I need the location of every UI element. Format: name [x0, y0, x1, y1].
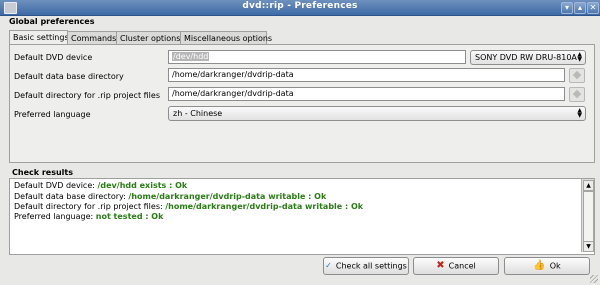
scroll-down-icon[interactable]: ▼: [583, 241, 594, 252]
minimize-button[interactable]: ▾: [561, 2, 573, 14]
scrollbar-thumb[interactable]: [583, 191, 594, 242]
result-status: /home/darkranger/dvdrip-data writable : …: [128, 192, 327, 201]
dvd-device-combo[interactable]: SONY DVD RW DRU-810A ▲ ▼: [470, 50, 586, 65]
result-status: /home/darkranger/dvdrip-data writable : …: [165, 202, 364, 211]
ok-thumb-icon: 👍: [533, 260, 546, 271]
resize-grip[interactable]: [590, 275, 598, 283]
dvd-device-value: /dev/hdd: [172, 52, 210, 61]
cancel-button[interactable]: ✖ Cancel: [413, 257, 499, 275]
tab-cluster-options[interactable]: Cluster options: [116, 31, 181, 45]
project-dir-browse-button[interactable]: [569, 87, 585, 102]
dvd-device-combo-value: SONY DVD RW DRU-810A: [475, 53, 577, 62]
result-label: Default DVD device:: [14, 181, 98, 190]
result-status: /dev/hdd exists : Ok: [97, 181, 188, 190]
window-titlebar[interactable]: dvd::rip - Preferences ▾ ▴ ✕: [0, 0, 600, 16]
scroll-up-icon[interactable]: ▲: [583, 180, 594, 191]
result-status: not tested : Ok: [95, 212, 164, 221]
cancel-x-icon: ✖: [436, 260, 445, 271]
maximize-button[interactable]: ▴: [574, 2, 586, 14]
project-dir-field[interactable]: /home/darkranger/dvdrip-data: [168, 87, 565, 101]
browse-diamond-icon: [572, 70, 582, 80]
results-scrollbar[interactable]: ▲ ▼: [581, 179, 594, 252]
result-label: Preferred language:: [14, 212, 96, 221]
dvd-device-label: Default DVD device: [14, 53, 93, 62]
global-preferences-heading: Global preferences: [9, 17, 95, 26]
combo-arrows-icon: ▲ ▼: [577, 107, 582, 119]
result-line: Default directory for .rip project files…: [14, 202, 363, 211]
project-dir-label: Default directory for .rip project files: [14, 91, 160, 100]
result-label: Default data base directory:: [14, 192, 129, 201]
db-dir-label: Default data base directory: [14, 72, 124, 81]
close-button[interactable]: ✕: [587, 2, 599, 14]
ok-label: Ok: [549, 261, 561, 271]
tab-miscellaneous-options[interactable]: Miscellaneous options: [180, 31, 272, 45]
browse-diamond-icon: [572, 89, 582, 99]
result-line: Default DVD device: /dev/hdd exists : Ok: [14, 181, 187, 190]
window-title: dvd::rip - Preferences: [242, 1, 358, 11]
tab-commands[interactable]: Commands: [67, 31, 117, 45]
check-results-textview[interactable]: Default DVD device: /dev/hdd exists : Ok…: [9, 178, 595, 255]
result-label: Default directory for .rip project files…: [14, 202, 166, 211]
check-all-label: Check all settings: [335, 261, 407, 271]
result-line: Default data base directory: /home/darkr…: [14, 192, 326, 201]
check-results-heading: Check results: [12, 168, 73, 177]
ok-button[interactable]: 👍 Ok: [504, 257, 590, 275]
db-dir-browse-button[interactable]: [569, 68, 585, 83]
cancel-label: Cancel: [448, 261, 476, 271]
language-label: Preferred language: [14, 110, 91, 119]
check-all-settings-button[interactable]: ✓ Check all settings: [323, 257, 409, 275]
result-line: Preferred language: not tested : Ok: [14, 212, 163, 221]
dvd-device-field[interactable]: /dev/hdd: [168, 50, 466, 64]
spellcheck-icon: ✓: [325, 261, 332, 270]
combo-arrows-icon: ▲ ▼: [577, 51, 582, 63]
language-combo[interactable]: zh - Chinese ▲ ▼: [168, 106, 586, 121]
language-combo-value: zh - Chinese: [173, 109, 223, 118]
db-dir-field[interactable]: /home/darkranger/dvdrip-data: [168, 68, 565, 82]
